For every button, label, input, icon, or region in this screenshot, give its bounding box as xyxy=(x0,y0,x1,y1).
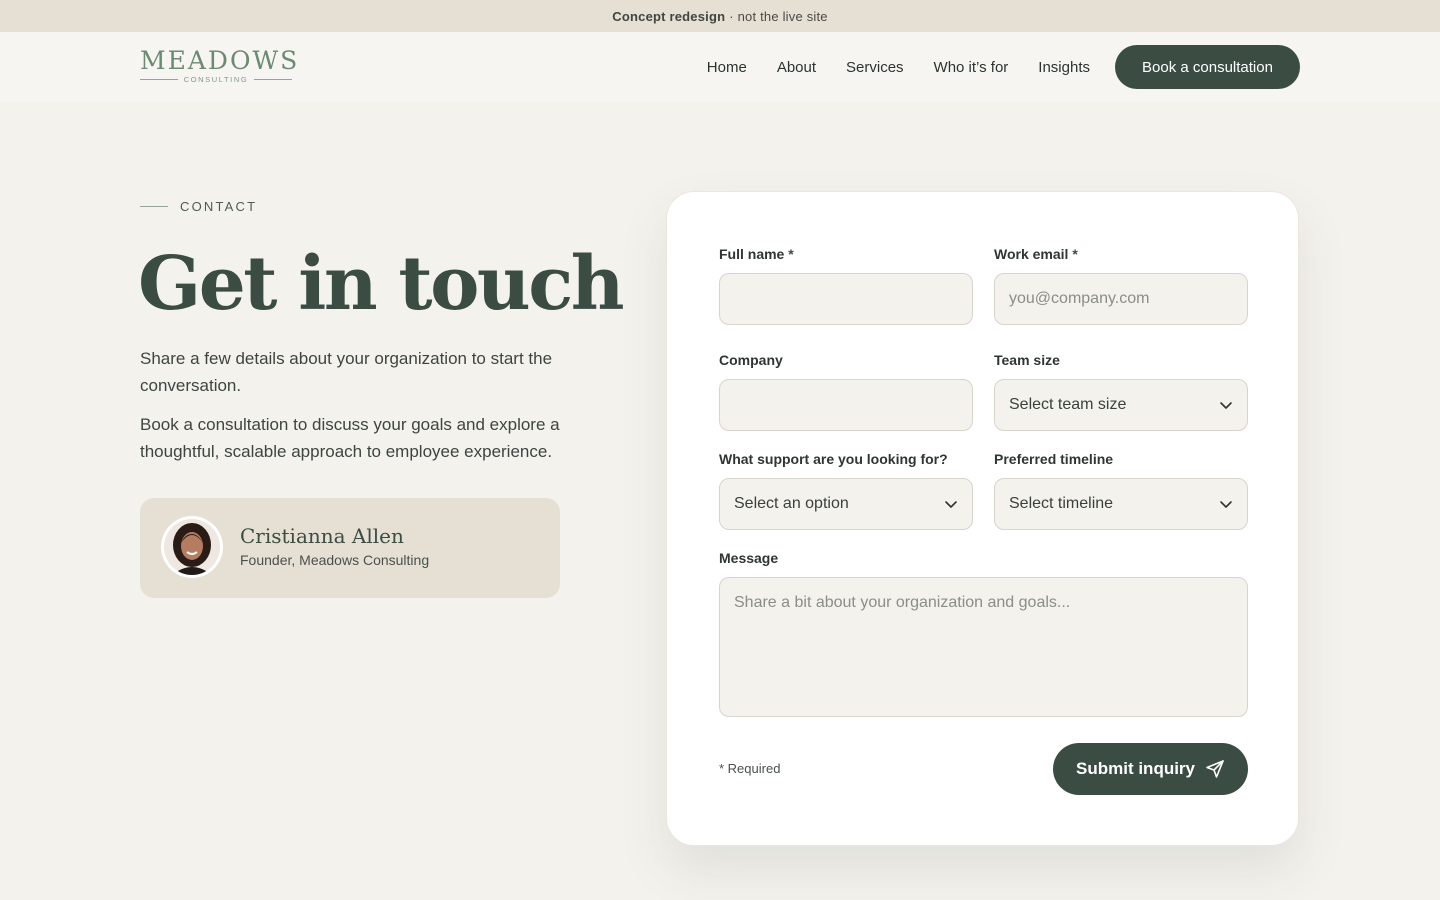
timeline-label: Preferred timeline xyxy=(994,451,1114,467)
message-textarea[interactable] xyxy=(719,577,1248,717)
company-label: Company xyxy=(719,352,783,368)
logo[interactable]: MEADOWS CONSULTING xyxy=(140,46,300,88)
logo-wordmark: MEADOWS xyxy=(140,46,300,75)
contact-form-card: Full name * Work email * Company Team si… xyxy=(666,191,1299,846)
timeline-select[interactable]: Select timeline xyxy=(994,478,1248,530)
founder-card: Cristianna Allen Founder, Meadows Consul… xyxy=(140,498,560,598)
team-size-label: Team size xyxy=(994,352,1060,368)
work-email-input[interactable] xyxy=(994,273,1248,325)
support-select[interactable]: Select an option xyxy=(719,478,973,530)
nav-services[interactable]: Services xyxy=(846,59,904,76)
concept-banner: Concept redesign · not the live site xyxy=(0,0,1440,32)
banner-strong: Concept redesign xyxy=(612,8,726,24)
message-label: Message xyxy=(719,550,779,566)
logo-subline: CONSULTING xyxy=(140,75,292,84)
founder-role: Founder, Meadows Consulting xyxy=(240,552,430,568)
logo-subtitle: CONSULTING xyxy=(183,75,249,84)
full-name-label: Full name * xyxy=(719,246,794,262)
section-eyebrow: CONTACT xyxy=(140,199,257,214)
chevron-down-icon xyxy=(945,501,957,508)
required-note: * Required xyxy=(719,761,781,776)
site-header: MEADOWS CONSULTING Home About Services W… xyxy=(0,32,1440,102)
page-title: Get in touch xyxy=(138,241,625,327)
banner-text: · not the live site xyxy=(729,8,828,24)
nav-home[interactable]: Home xyxy=(707,59,747,76)
full-name-input[interactable] xyxy=(719,273,973,325)
main-nav: Home About Services Who it’s for Insight… xyxy=(707,45,1300,89)
founder-name: Cristianna Allen xyxy=(240,524,404,548)
support-value: Select an option xyxy=(734,495,849,512)
submit-label: Submit inquiry xyxy=(1076,759,1195,778)
team-size-select[interactable]: Select team size xyxy=(994,379,1248,431)
eyebrow-line xyxy=(140,206,168,207)
support-label: What support are you looking for? xyxy=(719,451,948,467)
work-email-label: Work email * xyxy=(994,246,1078,262)
nav-who-its-for[interactable]: Who it’s for xyxy=(934,59,1009,76)
founder-portrait-icon xyxy=(164,519,220,575)
company-input[interactable] xyxy=(719,379,973,431)
intro-paragraph-2: Book a consultation to discuss your goal… xyxy=(140,415,560,461)
nav-about[interactable]: About xyxy=(777,59,816,76)
send-icon xyxy=(1206,760,1224,778)
chevron-down-icon xyxy=(1220,501,1232,508)
eyebrow-text: CONTACT xyxy=(180,199,258,214)
book-consultation-button[interactable]: Book a consultation xyxy=(1115,45,1300,89)
chevron-down-icon xyxy=(1220,402,1232,409)
timeline-value: Select timeline xyxy=(1009,495,1114,512)
submit-inquiry-button[interactable]: Submit inquiry xyxy=(1053,743,1248,795)
intro-paragraph-1: Share a few details about your organizat… xyxy=(140,349,553,395)
avatar xyxy=(161,516,223,578)
nav-insights[interactable]: Insights xyxy=(1038,59,1090,76)
team-size-value: Select team size xyxy=(1009,396,1127,413)
